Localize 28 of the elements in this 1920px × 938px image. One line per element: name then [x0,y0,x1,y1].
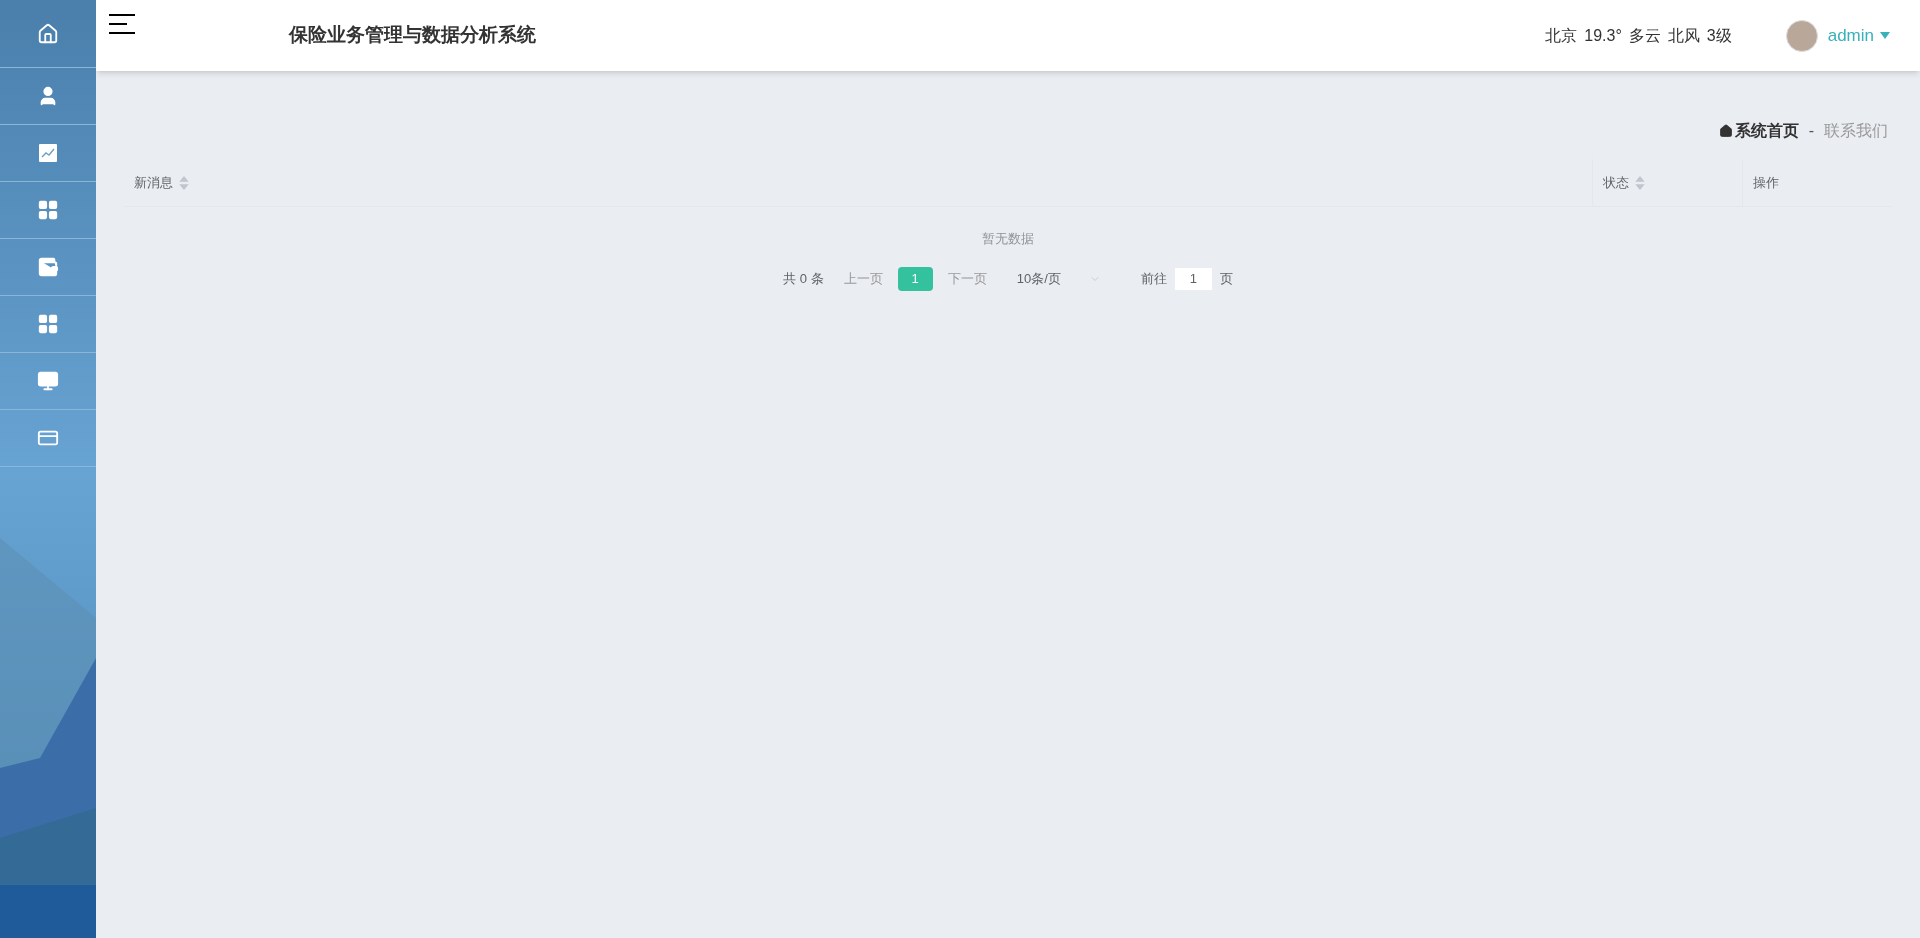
page-size-select[interactable]: 10条/页 [1016,268,1101,289]
monitor-icon [37,370,59,392]
home-icon [1718,124,1733,138]
wallet-icon [37,256,59,278]
weather-text: 19.3° [1584,25,1622,46]
column-header[interactable]: 新消息 [124,159,1592,206]
weather-text: 北风 [1667,25,1700,46]
grid-icon [37,313,59,335]
column-header[interactable]: 操作 [1742,159,1892,206]
goto-label: 前往 [1140,269,1167,288]
weather-text: 3级 [1706,25,1732,46]
total-count: 共 0 条 [783,269,824,288]
home-icon [37,22,59,45]
caret-icon [1880,32,1890,39]
empty-text: 暂无数据 [982,230,1034,248]
weather-text: 多云 [1628,25,1661,46]
goto-suffix: 页 [1219,269,1233,288]
page-input[interactable]: 1 [1174,267,1212,290]
weather-text: 北京 [1545,25,1578,46]
column-header[interactable]: 状态 [1592,159,1742,206]
menu-icon[interactable] [109,14,135,34]
avatar[interactable] [1785,19,1818,52]
breadcrumb-link[interactable]: 系统首页 [1734,119,1799,143]
chart-icon [38,143,58,163]
breadcrumb-separator: - [1808,121,1814,141]
breadcrumb-current: 联系我们 [1824,121,1888,141]
grid-icon [37,199,59,221]
app-title: 保险业务管理与数据分析系统 [289,23,536,48]
